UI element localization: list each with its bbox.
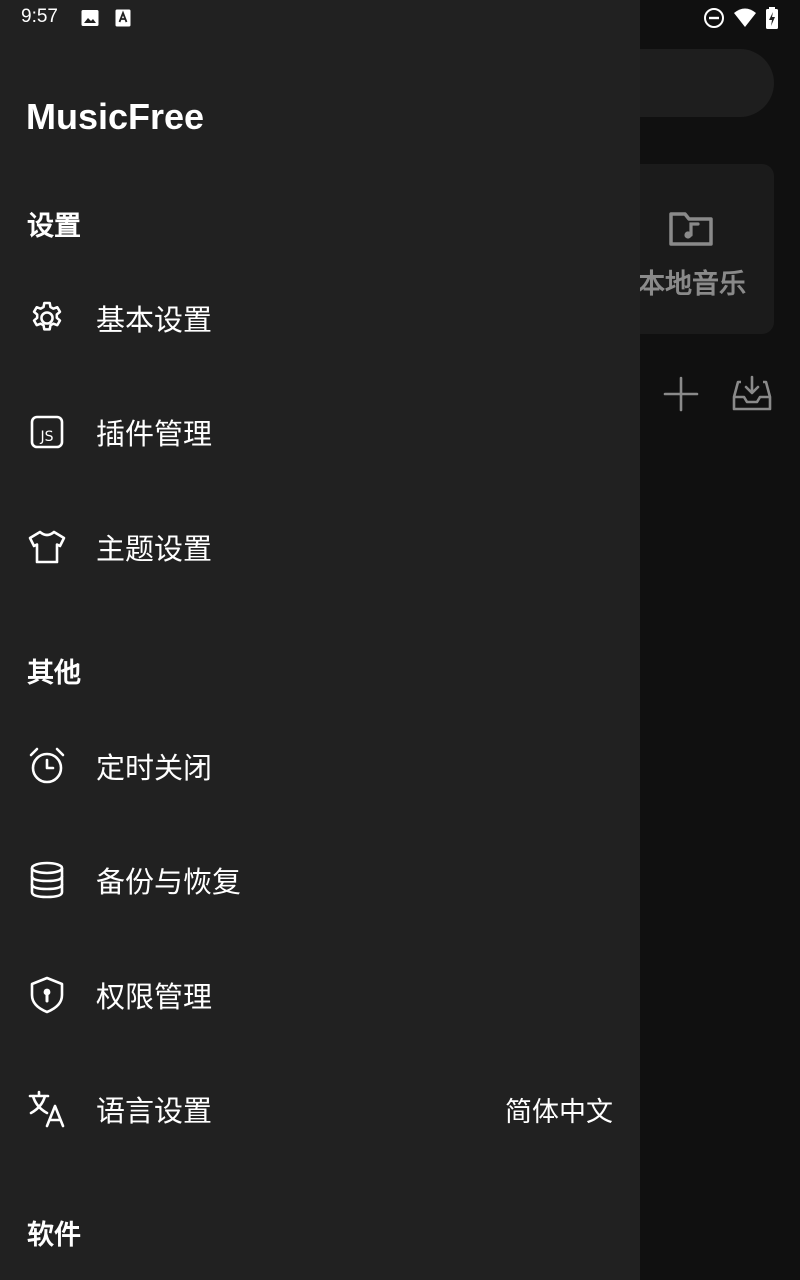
js-file-icon: JS xyxy=(27,412,67,452)
tshirt-icon xyxy=(27,527,67,567)
menu-label: 基本设置 xyxy=(96,303,213,337)
menu-label: 语言设置 xyxy=(96,1094,213,1128)
menu-label: 主题设置 xyxy=(96,532,213,566)
section-header-settings: 设置 xyxy=(27,211,81,242)
menu-item-language-settings[interactable]: 语言设置 简体中文 xyxy=(0,1059,640,1159)
menu-item-plugin-management[interactable]: JS 插件管理 xyxy=(0,382,640,482)
image-icon xyxy=(81,9,99,27)
svg-text:JS: JS xyxy=(39,429,53,445)
navigation-drawer: MusicFree 设置 基本设置 JS 插件管理 主题设置 其他 定时关闭 备… xyxy=(0,0,640,1280)
database-icon xyxy=(27,860,67,900)
menu-label: 备份与恢复 xyxy=(96,865,242,899)
menu-item-sleep-timer[interactable]: 定时关闭 xyxy=(0,716,640,816)
add-icon[interactable] xyxy=(662,375,700,413)
inbox-download-icon[interactable] xyxy=(731,373,773,415)
section-header-other: 其他 xyxy=(27,658,81,689)
do-not-disturb-icon xyxy=(703,7,725,29)
wifi-icon xyxy=(733,7,757,29)
section-header-software: 软件 xyxy=(27,1220,81,1251)
language-value: 简体中文 xyxy=(505,1096,613,1128)
menu-item-permission-management[interactable]: 权限管理 xyxy=(0,945,640,1045)
menu-item-backup-restore[interactable]: 备份与恢复 xyxy=(0,830,640,930)
music-folder-icon xyxy=(667,204,715,252)
app-title: MusicFree xyxy=(26,96,205,137)
shield-keyhole-icon xyxy=(27,975,67,1015)
status-bar: 9:57 xyxy=(0,0,800,36)
alarm-clock-icon xyxy=(27,746,67,786)
gear-icon xyxy=(27,298,67,338)
battery-charging-icon xyxy=(765,7,779,29)
status-time: 9:57 xyxy=(21,6,58,27)
translate-icon xyxy=(27,1089,67,1129)
menu-item-theme-settings[interactable]: 主题设置 xyxy=(0,497,640,597)
menu-label: 定时关闭 xyxy=(96,751,213,785)
menu-label: 插件管理 xyxy=(96,417,213,451)
font-a-icon xyxy=(115,9,133,27)
menu-label: 权限管理 xyxy=(96,980,213,1014)
app-root: 本地音乐 9:57 MusicFree 设置 基本设置 JS 插件管理 主题设置… xyxy=(0,0,800,1280)
local-music-label: 本地音乐 xyxy=(638,269,746,300)
menu-item-basic-settings[interactable]: 基本设置 xyxy=(0,268,640,368)
